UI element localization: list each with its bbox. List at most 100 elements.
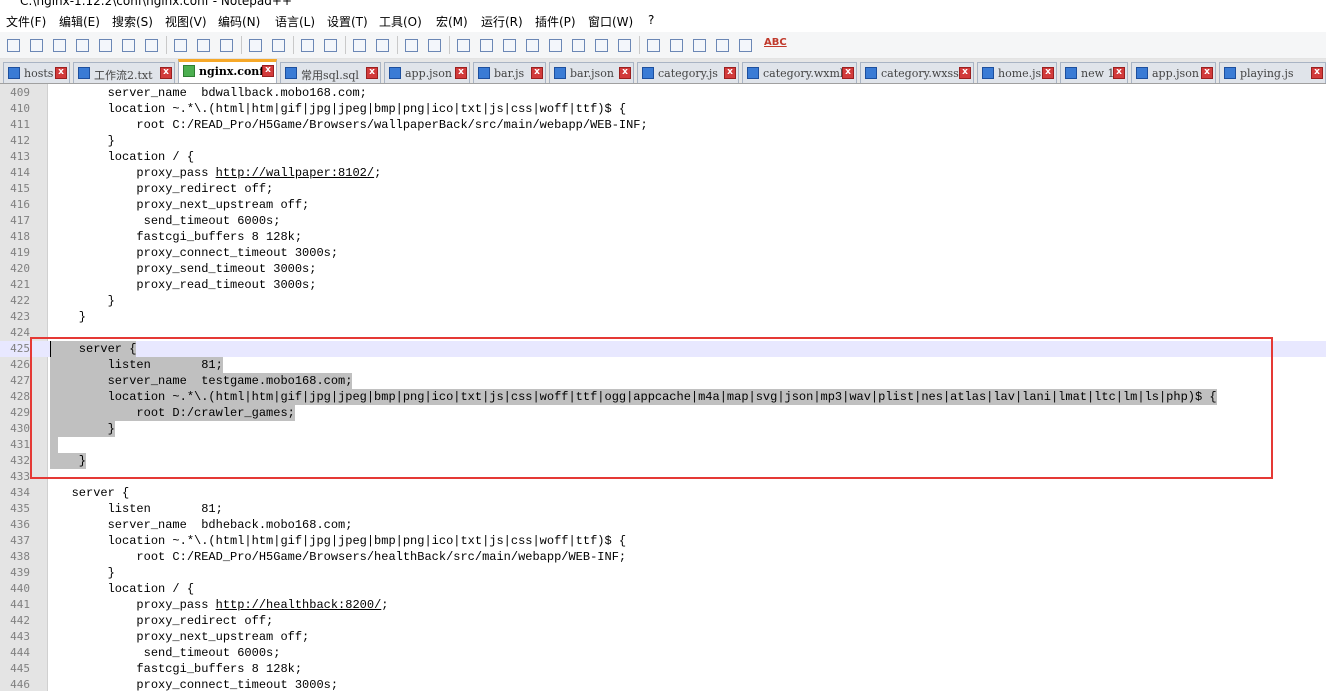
code-line[interactable]: 435 listen 81; <box>0 501 1326 517</box>
menu-language[interactable]: 语言(L) <box>275 13 315 30</box>
menu-window[interactable]: 窗口(W) <box>588 13 633 30</box>
code-line[interactable]: 414 proxy_pass http://wallpaper:8102/; <box>0 165 1326 181</box>
close-icon[interactable] <box>95 35 115 55</box>
tab-close-icon[interactable]: x <box>619 67 631 79</box>
menu-encoding[interactable]: 编码(N) <box>218 13 260 30</box>
code-line[interactable]: 409 server_name bdwallback.mobo168.com; <box>0 85 1326 101</box>
redo-icon[interactable] <box>268 35 288 55</box>
tab-close-icon[interactable]: x <box>366 67 378 79</box>
code-line[interactable]: 434 server { <box>0 485 1326 501</box>
tab-0[interactable]: hosts x <box>3 62 70 83</box>
menu-macro[interactable]: 宏(M) <box>436 13 468 30</box>
code-line[interactable]: 413 location / { <box>0 149 1326 165</box>
menu-help[interactable]: ? <box>648 13 654 27</box>
url-link[interactable]: http://wallpaper:8102/ <box>216 166 374 180</box>
tab-close-icon[interactable]: x <box>1201 67 1213 79</box>
menu-search[interactable]: 搜索(S) <box>112 13 153 30</box>
tab-6[interactable]: bar.json x <box>549 62 634 83</box>
replace-icon[interactable] <box>320 35 340 55</box>
close-all-icon[interactable] <box>118 35 138 55</box>
code-line[interactable]: 415 proxy_redirect off; <box>0 181 1326 197</box>
code-line[interactable]: 441 proxy_pass http://healthback:8200/; <box>0 597 1326 613</box>
spellcheck-button[interactable]: ABC <box>764 37 787 48</box>
code-line[interactable]: 438 root C:/READ_Pro/H5Game/Browsers/hea… <box>0 549 1326 565</box>
word-wrap-icon[interactable] <box>453 35 473 55</box>
tab-8[interactable]: category.wxml x <box>742 62 857 83</box>
tab-close-icon[interactable]: x <box>160 67 172 79</box>
folder-workspace-icon[interactable] <box>591 35 611 55</box>
code-line[interactable]: 423 } <box>0 309 1326 325</box>
tab-close-icon[interactable]: x <box>55 67 67 79</box>
open-file-icon[interactable] <box>26 35 46 55</box>
tab-3[interactable]: 常用sql.sql x <box>280 62 381 83</box>
code-line[interactable]: 444 send_timeout 6000s; <box>0 645 1326 661</box>
sync-vertical-icon[interactable] <box>401 35 421 55</box>
menu-tools[interactable]: 工具(O) <box>379 13 422 30</box>
save-icon[interactable] <box>49 35 69 55</box>
code-line[interactable]: 443 proxy_next_upstream off; <box>0 629 1326 645</box>
code-line[interactable]: 442 proxy_redirect off; <box>0 613 1326 629</box>
show-all-chars-icon[interactable] <box>476 35 496 55</box>
code-line[interactable]: 422 } <box>0 293 1326 309</box>
menu-file[interactable]: 文件(F) <box>6 13 46 30</box>
tab-close-icon[interactable]: x <box>455 67 467 79</box>
tab-2[interactable]: nginx.conf x <box>178 59 277 83</box>
tab-close-icon[interactable]: x <box>842 67 854 79</box>
tab-close-icon[interactable]: x <box>1042 67 1054 79</box>
find-icon[interactable] <box>297 35 317 55</box>
menu-edit[interactable]: 编辑(E) <box>59 13 100 30</box>
menu-view[interactable]: 视图(V) <box>165 13 207 30</box>
code-line[interactable]: 410 location ~.*\.(html|htm|gif|jpg|jpeg… <box>0 101 1326 117</box>
new-file-icon[interactable] <box>3 35 23 55</box>
save-all-icon[interactable] <box>72 35 92 55</box>
tab-close-icon[interactable]: x <box>1311 67 1323 79</box>
tab-1[interactable]: 工作流2.txt x <box>73 62 175 83</box>
tab-close-icon[interactable]: x <box>262 65 274 77</box>
play-macro-icon[interactable] <box>689 35 709 55</box>
tab-close-icon[interactable]: x <box>531 67 543 79</box>
code-line[interactable]: 439 } <box>0 565 1326 581</box>
code-line[interactable]: 436 server_name bdheback.mobo168.com; <box>0 517 1326 533</box>
code-line[interactable]: 416 proxy_next_upstream off; <box>0 197 1326 213</box>
tab-7[interactable]: category.js x <box>637 62 739 83</box>
code-line[interactable]: 420 proxy_send_timeout 3000s; <box>0 261 1326 277</box>
url-link[interactable]: http://healthback:8200/ <box>216 598 382 612</box>
paste-icon[interactable] <box>216 35 236 55</box>
clipboard-history-icon[interactable] <box>568 35 588 55</box>
code-line[interactable]: 445 fastcgi_buffers 8 128k; <box>0 661 1326 677</box>
cut-icon[interactable] <box>170 35 190 55</box>
function-list-icon[interactable] <box>522 35 542 55</box>
sync-horizontal-icon[interactable] <box>424 35 444 55</box>
tab-close-icon[interactable]: x <box>959 67 971 79</box>
code-line[interactable]: 419 proxy_connect_timeout 3000s; <box>0 245 1326 261</box>
zoom-out-icon[interactable] <box>372 35 392 55</box>
code-line[interactable]: 421 proxy_read_timeout 3000s; <box>0 277 1326 293</box>
run-macro-multiple-icon[interactable] <box>712 35 732 55</box>
code-line[interactable]: 418 fastcgi_buffers 8 128k; <box>0 229 1326 245</box>
code-line[interactable]: 440 location / { <box>0 581 1326 597</box>
print-icon[interactable] <box>141 35 161 55</box>
document-map-icon[interactable] <box>545 35 565 55</box>
save-macro-icon[interactable] <box>735 35 755 55</box>
tab-close-icon[interactable]: x <box>724 67 736 79</box>
tab-9[interactable]: category.wxss x <box>860 62 974 83</box>
tab-13[interactable]: playing.js x <box>1219 62 1326 83</box>
zoom-in-icon[interactable] <box>349 35 369 55</box>
tab-11[interactable]: new 1x <box>1060 62 1128 83</box>
record-macro-icon[interactable] <box>643 35 663 55</box>
code-line[interactable]: 446 proxy_connect_timeout 3000s; <box>0 677 1326 691</box>
menu-settings[interactable]: 设置(T) <box>327 13 368 30</box>
undo-icon[interactable] <box>245 35 265 55</box>
indent-guide-icon[interactable] <box>499 35 519 55</box>
tab-close-icon[interactable]: x <box>1113 67 1125 79</box>
code-line[interactable]: 417 send_timeout 6000s; <box>0 213 1326 229</box>
code-line[interactable]: 411 root C:/READ_Pro/H5Game/Browsers/wal… <box>0 117 1326 133</box>
stop-macro-icon[interactable] <box>666 35 686 55</box>
tab-12[interactable]: app.json x <box>1131 62 1216 83</box>
code-line[interactable]: 437 location ~.*\.(html|htm|gif|jpg|jpeg… <box>0 533 1326 549</box>
menu-plugins[interactable]: 插件(P) <box>535 13 576 30</box>
code-line[interactable]: 412 } <box>0 133 1326 149</box>
tab-10[interactable]: home.js x <box>977 62 1057 83</box>
copy-icon[interactable] <box>193 35 213 55</box>
monitor-icon[interactable] <box>614 35 634 55</box>
